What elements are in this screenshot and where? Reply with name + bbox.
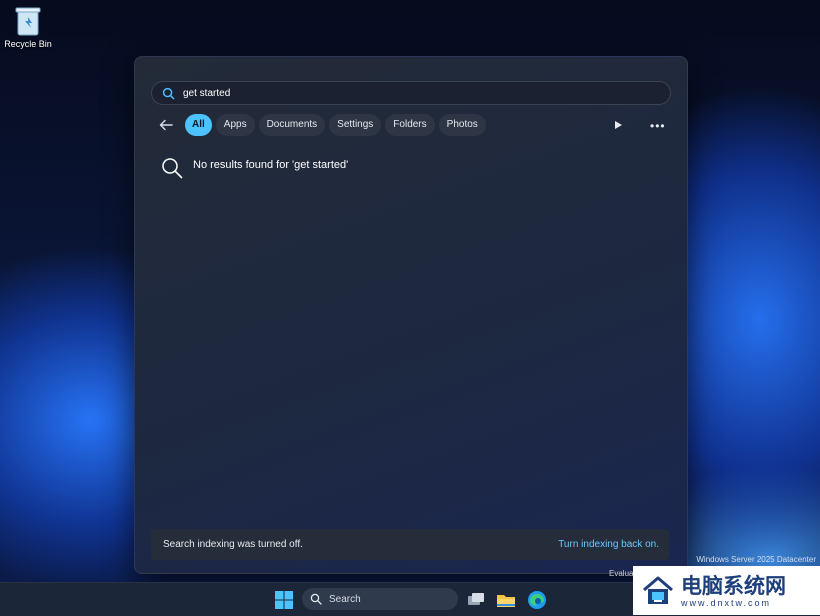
no-results-message: No results found for 'get started' (161, 157, 348, 179)
turn-indexing-on-link[interactable]: Turn indexing back on. (558, 539, 659, 550)
no-results-text: No results found for 'get started' (193, 159, 349, 171)
back-arrow-icon (159, 119, 173, 131)
recycle-bin-icon (15, 7, 41, 36)
house-logo-icon (643, 576, 673, 604)
filter-chip-folders[interactable]: Folders (385, 114, 435, 136)
os-edition-watermark: Windows Server 2025 Datacenter (696, 555, 816, 564)
search-panel: All Apps Documents Settings Folders Phot… (134, 56, 688, 574)
taskbar-search-icon (310, 593, 322, 605)
brand-url: www.dnxtw.com (681, 597, 772, 608)
windows-start-icon[interactable] (274, 590, 294, 610)
brand-chinese-name: 电脑系统网 (681, 573, 786, 598)
task-view-icon[interactable] (465, 589, 487, 611)
filter-chip-photos[interactable]: Photos (438, 114, 486, 136)
indexing-status-text: Search indexing was turned off. (163, 539, 303, 550)
search-icon-large (162, 158, 183, 179)
filter-chip-apps[interactable]: Apps (215, 114, 255, 136)
filter-chip-all[interactable]: All (185, 114, 212, 136)
edge-browser-icon[interactable] (526, 589, 548, 611)
search-input[interactable] (181, 86, 585, 100)
evaluation-watermark: Evalua (609, 569, 634, 578)
indexing-footer: Search indexing was turned off. Turn ind… (151, 529, 669, 560)
filter-bar: All Apps Documents Settings Folders Phot… (157, 114, 486, 136)
search-box[interactable] (151, 81, 671, 105)
taskbar-search-box[interactable]: Search (302, 588, 458, 610)
file-explorer-icon[interactable] (495, 589, 517, 611)
filter-chip-documents[interactable]: Documents (258, 114, 326, 136)
recycle-bin-desktop-icon[interactable]: Recycle Bin (4, 5, 52, 49)
more-options-button[interactable]: ••• (650, 119, 666, 133)
search-icon (162, 87, 175, 99)
back-button[interactable] (157, 116, 175, 134)
play-more-filters-icon[interactable] (613, 120, 623, 130)
recycle-bin-label: Recycle Bin (4, 39, 52, 49)
site-watermark-badge: 电脑系统网 www.dnxtw.com (633, 566, 820, 615)
taskbar-search-label: Search (329, 593, 361, 605)
filter-chip-settings[interactable]: Settings (329, 114, 382, 136)
